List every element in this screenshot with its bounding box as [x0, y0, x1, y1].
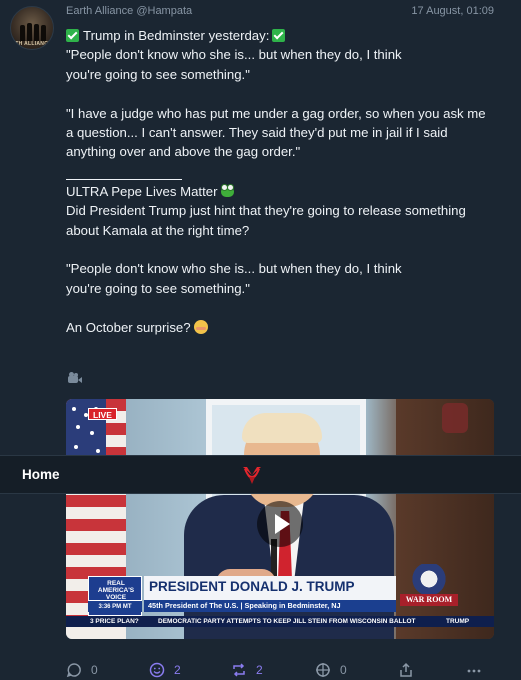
text-line: "I have a judge who has put me under a g…: [66, 105, 486, 121]
post-card: 4TH ALLIANCE Earth Alliance @Hampata 17 …: [0, 0, 521, 680]
post-actions: 0 2 2 0: [66, 660, 494, 680]
like-count: 2: [174, 663, 181, 677]
play-icon[interactable]: [257, 501, 303, 547]
network-name: REAL AMERICA'S VOICE: [97, 580, 135, 601]
banner-subtitle-box: 45th President of The U.S. | Speaking in…: [144, 600, 396, 612]
text-line: ULTRA Pepe Lives Matter: [66, 182, 494, 201]
check-mark-icon: [272, 29, 286, 42]
speaker-hair: [242, 413, 322, 443]
reply-icon: [66, 663, 81, 678]
banner-title-box: PRESIDENT DONALD J. TRUMP: [144, 576, 396, 600]
author-line[interactable]: Earth Alliance @Hampata: [66, 5, 192, 17]
author-avatar[interactable]: 4TH ALLIANCE: [10, 6, 54, 50]
author-name[interactable]: Earth Alliance: [66, 5, 133, 17]
avatar-figure: [20, 25, 25, 41]
text-line-content: ULTRA Pepe Lives Matter: [66, 183, 218, 199]
avatar-caption: 4TH ALLIANCE: [12, 41, 52, 47]
share-icon: [400, 662, 412, 677]
text-line: you're going to see something.": [66, 280, 250, 296]
text-line-content: An October surprise?: [66, 319, 191, 335]
repost-count: 2: [256, 663, 263, 677]
smile-icon: [149, 662, 165, 678]
divider-rule: [66, 178, 182, 180]
broadcast-time: 3:36 PM MT: [88, 600, 142, 612]
eagle-icon: [406, 564, 452, 594]
post-date[interactable]: 17 August, 01:09: [411, 5, 494, 17]
post-header: Earth Alliance @Hampata 17 August, 01:09: [66, 5, 494, 21]
post-body: Trump in Bedminster yesterday: "People d…: [66, 26, 494, 337]
more-icon: [467, 669, 481, 673]
text-line: about Kamala at the right time?: [66, 222, 250, 238]
banner-title: PRESIDENT DONALD J. TRUMP: [149, 579, 355, 594]
author-handle[interactable]: @Hampata: [136, 5, 192, 17]
quote-count: 0: [340, 663, 347, 677]
ticker-item: DEMOCRATIC PARTY ATTEMPTS TO KEEP JILL S…: [158, 618, 416, 625]
warroom-logo: WAR ROOM: [400, 564, 458, 614]
reply-count: 0: [91, 663, 98, 677]
frog-emoji-icon: [221, 183, 235, 197]
avatar-figure: [27, 23, 32, 41]
text-line: An October surprise?: [66, 318, 494, 337]
nav-home-link[interactable]: Home: [22, 467, 60, 482]
text-line: "People don't know who she is... but whe…: [66, 47, 402, 63]
top-nav-bar: Home: [0, 455, 521, 494]
text-line: anything over and above the gag order.": [66, 144, 301, 160]
text-line-content: Trump in Bedminster yesterday:: [83, 28, 270, 43]
check-mark-icon: [66, 29, 79, 42]
text-line: Trump in Bedminster yesterday:: [66, 26, 494, 45]
live-badge: LIVE: [88, 408, 117, 420]
text-line: Did President Trump just hint that they'…: [66, 203, 466, 219]
ticker-item: TRUMP: [446, 618, 470, 625]
video-player[interactable]: LIVE REAL AMERICA'S VOICE 3:36 PM MT PRE…: [66, 399, 494, 639]
flushed-face-emoji-icon: [193, 319, 208, 334]
crosshair-icon: [316, 663, 330, 677]
ticker-item: 3 PRICE PLAN?: [90, 618, 139, 625]
video-camera-icon: [68, 372, 82, 384]
text-line: a question... I can't answer. They said …: [66, 125, 448, 141]
lower-third: REAL AMERICA'S VOICE 3:36 PM MT PRESIDEN…: [88, 576, 396, 616]
text-line: you're going to see something.": [66, 66, 250, 82]
seal-emblem: [442, 403, 468, 433]
repost-icon: [233, 663, 245, 677]
text-line: "People don't know who she is... but whe…: [66, 261, 402, 277]
warroom-label: WAR ROOM: [400, 594, 458, 606]
avatar-figure: [41, 25, 46, 41]
news-ticker: 3 PRICE PLAN? DEMOCRATIC PARTY ATTEMPTS …: [66, 616, 494, 627]
banner-subtitle: 45th President of The U.S. | Speaking in…: [148, 601, 341, 610]
avatar-figure: [34, 24, 39, 41]
app-logo-icon[interactable]: [241, 463, 263, 487]
